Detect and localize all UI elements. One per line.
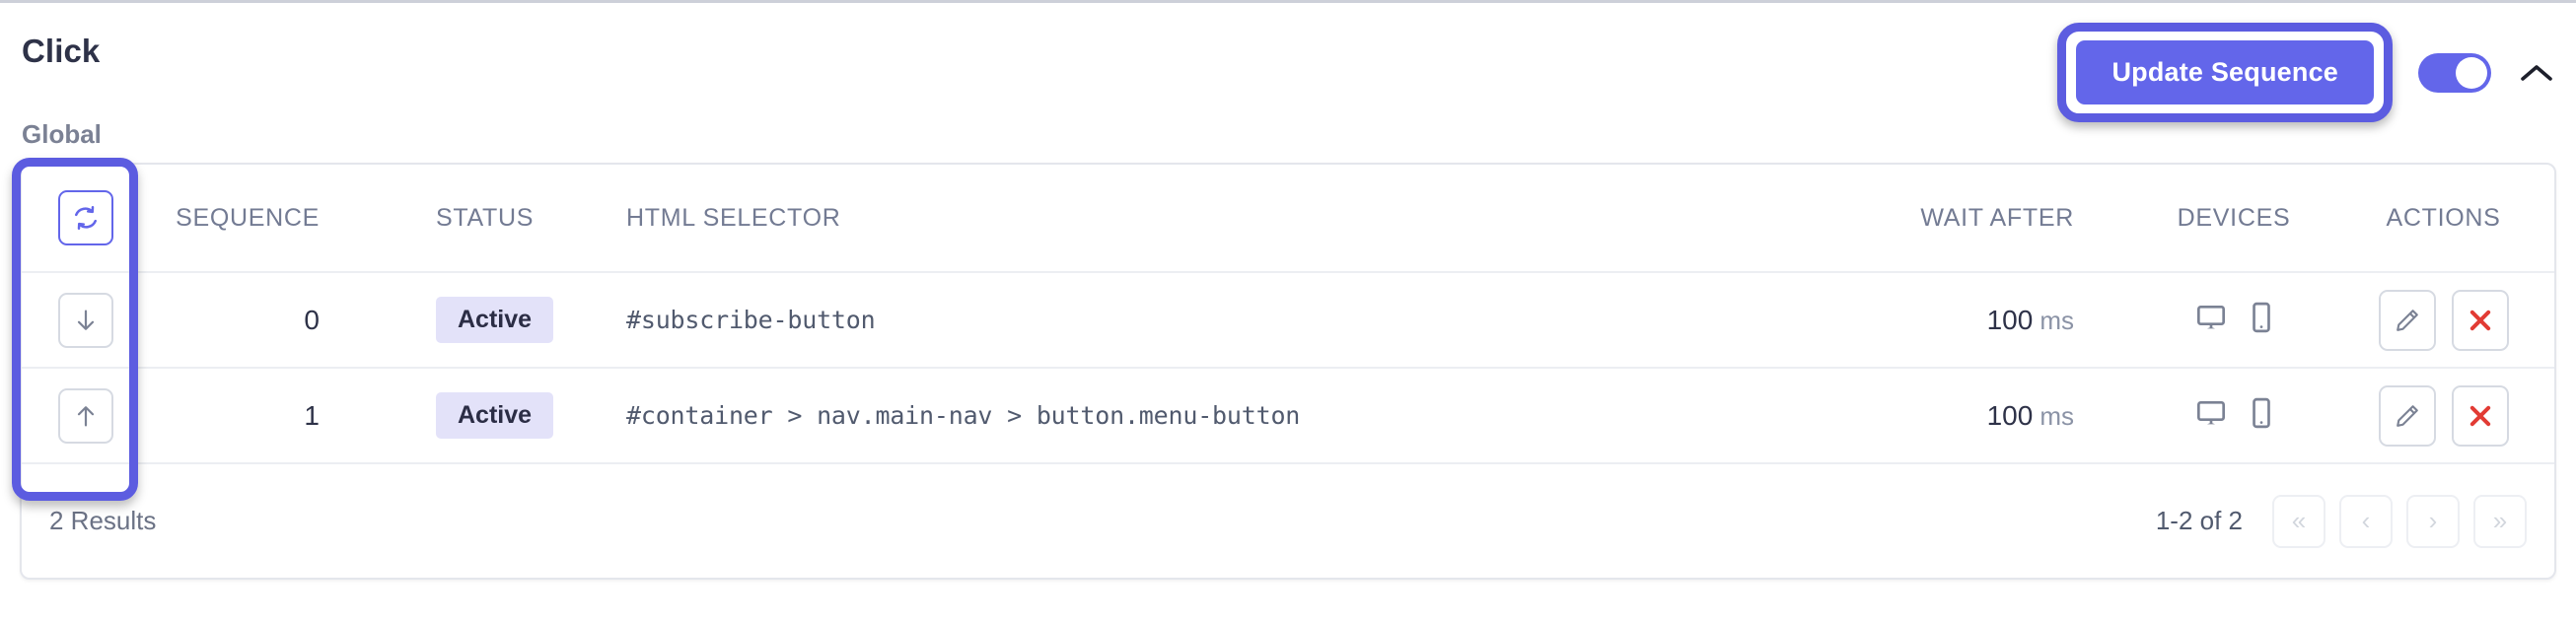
group-label: Global bbox=[22, 119, 102, 149]
mobile-icon bbox=[2251, 302, 2272, 338]
toggle-knob bbox=[2456, 56, 2487, 89]
status-badge: Active bbox=[436, 297, 554, 343]
header-handle-cell bbox=[22, 190, 150, 245]
update-sequence-highlight-ring: Update Sequence bbox=[2057, 23, 2393, 122]
cell-sequence: 0 bbox=[304, 304, 320, 335]
arrow-down-icon[interactable] bbox=[58, 292, 113, 348]
column-header-html-selector[interactable]: HTML SELECTOR bbox=[608, 204, 1839, 233]
cell-html-selector: #container > nav.main-nav > button.menu-… bbox=[626, 401, 1301, 430]
table-row: 1 Active #container > nav.main-nav > but… bbox=[22, 369, 2554, 464]
cell-actions bbox=[2332, 384, 2554, 447]
results-count: 2 Results bbox=[49, 506, 157, 535]
edit-icon[interactable] bbox=[2378, 289, 2436, 351]
column-header-devices[interactable]: DEVICES bbox=[2135, 204, 2332, 233]
table-row: 0 Active #subscribe-button 100 ms bbox=[22, 273, 2554, 369]
cell-wait-after: 100 ms bbox=[1839, 400, 2135, 432]
cell-status: Active bbox=[436, 297, 608, 343]
pagination: « ‹ › » bbox=[2272, 494, 2527, 548]
cell-devices bbox=[2135, 397, 2332, 434]
mobile-icon bbox=[2251, 397, 2272, 434]
cell-html-selector: #subscribe-button bbox=[626, 306, 876, 334]
chevron-up-icon[interactable] bbox=[2517, 53, 2556, 93]
desktop-icon bbox=[2195, 397, 2227, 434]
next-page-button[interactable]: › bbox=[2406, 494, 2460, 548]
edit-icon[interactable] bbox=[2378, 384, 2436, 447]
header-controls: Update Sequence bbox=[2057, 23, 2556, 122]
table-footer: 2 Results 1-2 of 2 « ‹ › » bbox=[22, 464, 2554, 578]
delete-icon[interactable] bbox=[2451, 289, 2509, 351]
sequence-table-card: SEQUENCE STATUS HTML SELECTOR WAIT AFTER… bbox=[20, 163, 2556, 580]
cell-wait-after: 100 ms bbox=[1839, 305, 2135, 336]
cell-devices bbox=[2135, 302, 2332, 338]
page-range: 1-2 of 2 bbox=[2155, 506, 2243, 535]
wait-unit: ms bbox=[2039, 305, 2074, 335]
wait-unit: ms bbox=[2039, 400, 2074, 431]
wait-value: 100 bbox=[1986, 304, 2034, 335]
column-header-actions[interactable]: ACTIONS bbox=[2332, 204, 2554, 233]
cell-sequence: 1 bbox=[304, 399, 320, 431]
column-header-status[interactable]: STATUS bbox=[436, 204, 608, 233]
desktop-icon bbox=[2195, 302, 2227, 338]
refresh-icon[interactable] bbox=[58, 190, 113, 245]
column-header-sequence[interactable]: SEQUENCE bbox=[150, 204, 347, 233]
table-header-row: SEQUENCE STATUS HTML SELECTOR WAIT AFTER… bbox=[22, 165, 2554, 273]
last-page-button[interactable]: » bbox=[2473, 494, 2527, 548]
cell-status: Active bbox=[436, 392, 608, 439]
status-badge: Active bbox=[436, 392, 554, 439]
delete-icon[interactable] bbox=[2451, 384, 2509, 447]
update-sequence-button[interactable]: Update Sequence bbox=[2076, 40, 2374, 104]
page-title: Click bbox=[22, 33, 101, 69]
cell-actions bbox=[2332, 289, 2554, 351]
first-page-button[interactable]: « bbox=[2272, 494, 2326, 548]
row-handle-cell bbox=[22, 292, 150, 348]
enable-toggle[interactable] bbox=[2418, 52, 2491, 93]
click-sequence-panel: Click Update Sequence Global SEQUENCE ST… bbox=[0, 0, 2576, 623]
wait-value: 100 bbox=[1986, 399, 2034, 431]
arrow-up-icon[interactable] bbox=[58, 387, 113, 444]
prev-page-button[interactable]: ‹ bbox=[2339, 494, 2393, 548]
column-header-wait-after[interactable]: WAIT AFTER bbox=[1839, 204, 2135, 233]
row-handle-cell bbox=[22, 387, 150, 444]
panel-header: Click Update Sequence bbox=[0, 3, 2576, 122]
